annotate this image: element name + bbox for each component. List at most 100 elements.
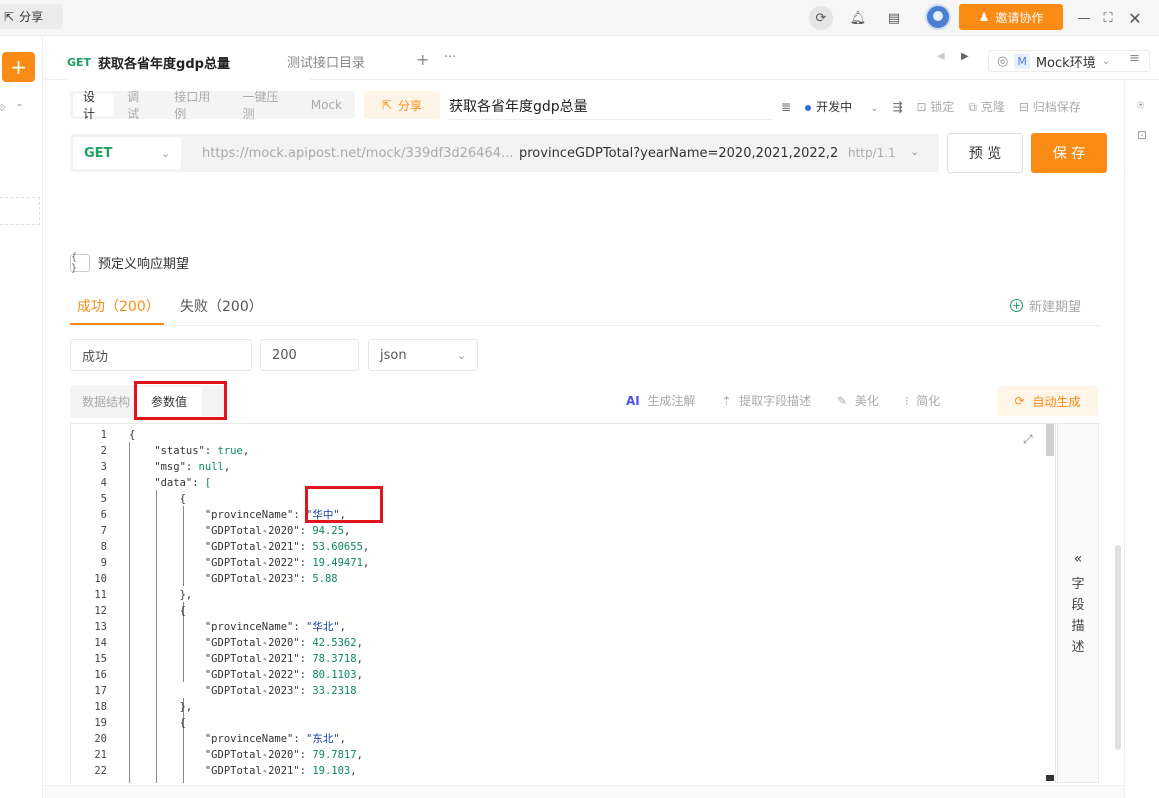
bell-icon[interactable]: 🔔︎ — [846, 6, 870, 30]
menu-icon[interactable]: ≡ — [1129, 51, 1140, 66]
top-share-button[interactable]: ⇱ 分享 — [0, 4, 63, 29]
maximize-icon[interactable]: ⛶ — [1096, 6, 1120, 30]
toc-icon[interactable]: ⇶ — [892, 100, 902, 114]
method-label: GET — [84, 145, 113, 161]
sidebar-placeholder — [0, 197, 40, 225]
more-icon[interactable]: ··· — [444, 50, 456, 65]
extract-button[interactable]: ⇡ 提取字段描述 — [721, 392, 811, 409]
expectation-name-field[interactable]: 成功 — [70, 339, 252, 371]
status-selector[interactable]: 开发中 ⌄ — [805, 98, 878, 115]
archive-button[interactable]: ⊟ 归档保存 — [1019, 98, 1081, 115]
status-dot — [805, 105, 812, 111]
avatar[interactable] — [925, 4, 951, 30]
subtab-debug[interactable]: 调试 — [114, 90, 161, 121]
line-number: 7 — [100, 525, 107, 537]
tab-api[interactable]: GET 获取各省年度gdp总量 — [67, 45, 310, 80]
api-share-button[interactable]: ⇱ 分享 — [364, 91, 440, 119]
tab-structure[interactable]: 数据结构 — [70, 393, 136, 410]
code-editor[interactable]: 1 2 3 4 5 6 7 8 9 10 11 12 13 14 15 16 17 18 19 20 21 22 { "s… — [70, 423, 1056, 783]
format-select[interactable]: json ⌄ — [368, 339, 478, 371]
line-number: 19 — [94, 717, 107, 729]
env-selector[interactable]: ◎ M Mock环境 ⌄ — [988, 50, 1150, 72]
url-path-input[interactable]: provinceGDPTotal?yearName=2020,2021,2022… — [519, 146, 839, 161]
user-plus-icon: ♟ — [978, 10, 990, 24]
code-line: { — [129, 717, 186, 729]
code-line: { — [129, 429, 136, 441]
code-line: "GDPTotal-2021": 19.103, — [129, 765, 357, 777]
minimize-icon[interactable]: — — [1072, 6, 1096, 30]
protocol-select[interactable]: http/1.1 — [848, 146, 896, 160]
code-line: }, — [129, 701, 193, 713]
code-line: "msg": null, — [129, 461, 231, 473]
subtab-mock[interactable]: Mock — [298, 94, 355, 116]
code-line: "GDPTotal-2020": 42.5362, — [129, 637, 363, 649]
target-icon: ◎ — [997, 53, 1009, 69]
section-title-text: 预定义响应期望 — [98, 257, 190, 272]
code-line: "GDPTotal-2023": 5.88 — [129, 573, 338, 585]
chevron-down-icon: ⌄ — [870, 103, 879, 114]
next-tab-icon[interactable]: ▶ — [961, 51, 969, 62]
history-icon[interactable]: ⍟ — [1137, 98, 1144, 113]
highlight-box — [134, 381, 227, 420]
preview-button[interactable]: 预 览 — [947, 133, 1023, 173]
line-number: 12 — [94, 605, 107, 617]
code-icon[interactable]: ⊡ — [1137, 128, 1147, 142]
scroll-down-arrow[interactable] — [1046, 775, 1054, 781]
subtab-design[interactable]: 设计 — [73, 90, 115, 121]
code-line: "GDPTotal-2022": 19.49471, — [129, 557, 370, 569]
status-code-field[interactable]: 200 — [260, 339, 359, 371]
notes-icon[interactable]: ▤ — [882, 6, 906, 30]
subtab-stress[interactable]: 一键压测 — [230, 90, 298, 121]
save-button[interactable]: 保 存 — [1031, 133, 1107, 173]
prev-tab-icon[interactable]: ◀ — [937, 51, 945, 62]
code-content: { "status": true, "msg": null, "data": [… — [129, 427, 369, 779]
line-number: 17 — [94, 685, 107, 697]
line-number: 8 — [100, 541, 107, 553]
top-share-label: 分享 — [19, 10, 44, 24]
format-icon[interactable]: ≣ — [781, 100, 791, 114]
close-icon[interactable]: ✕ — [1123, 6, 1147, 30]
ai-label: 生成注解 — [647, 394, 696, 408]
env-label: Mock环境 — [1035, 55, 1096, 71]
fullscreen-icon[interactable]: ⤢ — [1023, 432, 1033, 447]
right-rail: ⍟ ⊡ — [1124, 80, 1159, 798]
line-number: 9 — [100, 557, 107, 569]
page-scrollbar[interactable] — [1115, 545, 1121, 750]
code-line: "GDPTotal-2021": 78.3718, — [129, 653, 363, 665]
expand-icon[interactable]: ⟐ ⌃ — [0, 103, 24, 114]
tab-directory[interactable]: 测试接口目录 — [287, 52, 365, 71]
clone-button[interactable]: ⧉ 克隆 — [968, 98, 1004, 115]
code-line: }, — [129, 589, 193, 601]
beautify-label: 美化 — [854, 394, 879, 408]
panel-label-char: 描 — [1071, 619, 1085, 634]
extract-label: 提取字段描述 — [739, 394, 812, 408]
line-number: 18 — [94, 701, 107, 713]
line-number: 15 — [94, 653, 107, 665]
field-description-panel[interactable]: « 字 段 描 述 — [1057, 423, 1099, 783]
subtab-cases[interactable]: 接口用例 — [161, 90, 229, 121]
add-tab-icon[interactable]: + — [416, 50, 429, 69]
sync-icon[interactable]: ⟳ — [809, 6, 833, 30]
beautify-button[interactable]: ✎ 美化 — [837, 392, 879, 409]
tab-method: GET — [67, 56, 92, 69]
editor-scrollbar-thumb[interactable] — [1046, 424, 1054, 456]
code-line: "GDPTotal-2021": 53.60655, — [129, 541, 370, 553]
lock-button[interactable]: ⊡ 锁定 — [917, 98, 955, 115]
autogen-label: 自动生成 — [1032, 394, 1081, 409]
auto-generate-button[interactable]: ⟳ 自动生成 — [997, 386, 1098, 416]
status-label: 开发中 — [816, 100, 853, 114]
tab-success[interactable]: 成功（200） — [77, 296, 160, 316]
code-line: "GDPTotal-2020": 94.25, — [129, 525, 351, 537]
response-tabs: 成功（200） 失败（200） + 新建期望 — [70, 289, 1100, 326]
add-circle-icon: + — [1009, 299, 1023, 312]
refresh-icon: ⟳ — [1014, 394, 1025, 408]
invite-button[interactable]: ♟ 邀请协作 — [959, 4, 1063, 30]
simplify-button[interactable]: ⁝ 简化 — [905, 392, 940, 409]
api-name-input[interactable]: 获取各省年度gdp总量 — [449, 96, 773, 120]
new-button[interactable]: + — [2, 52, 35, 82]
method-select[interactable]: GET ⌄ — [73, 137, 181, 169]
new-expectation-button[interactable]: + 新建期望 — [1009, 296, 1081, 315]
chevron-down-icon: ⌄ — [161, 146, 171, 160]
ai-annotate-button[interactable]: AI 生成注解 — [626, 392, 695, 409]
tab-fail[interactable]: 失败（200） — [180, 296, 263, 316]
